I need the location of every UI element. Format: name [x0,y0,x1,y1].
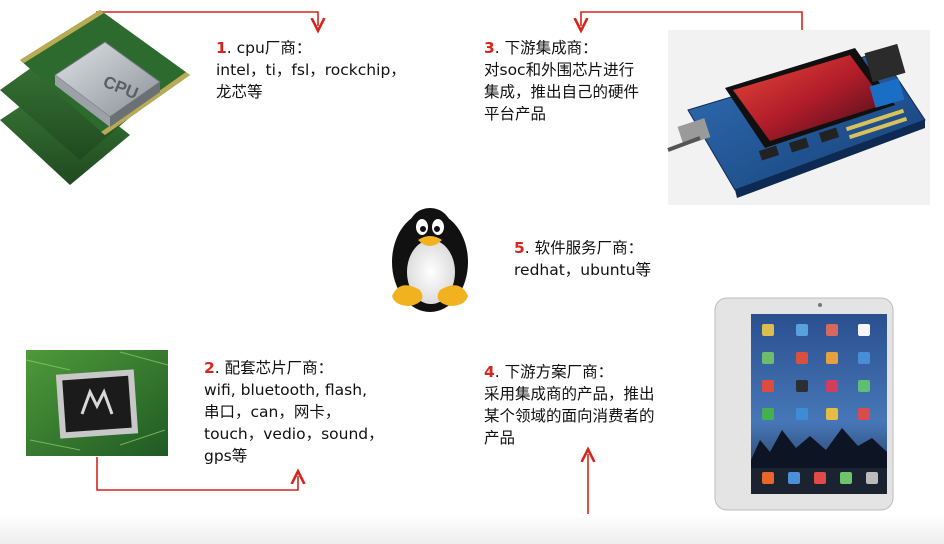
node-title: . 下游集成商： [494,39,598,57]
node-line: 产品 [484,429,516,447]
node-integrator: 3. 下游集成商： 对soc和外围芯片进行 集成，推出自己的硬件 平台产品 [484,37,639,125]
arrow-board-to-integrator [581,11,803,30]
bottom-band [0,514,944,544]
node-line: 串口，can，网卡， [204,403,341,421]
tablet-icon [714,297,894,511]
development-board-icon [667,30,930,205]
node-line: gps等 [204,447,248,465]
node-line: 集成，推出自己的硬件 [484,83,640,101]
node-title: . cpu厂商： [226,39,312,57]
node-line: 某个领域的面向消费者的 [484,407,655,425]
node-solution-vendor: 4. 下游方案厂商： 采用集成商的产品，推出 某个领域的面向消费者的 产品 [484,361,655,449]
node-title: . 软件服务厂商： [524,239,644,257]
node-line: 平台产品 [484,105,547,123]
node-cpu-vendor: 1. cpu厂商： intel，ti，fsl，rockchip， 龙芯等 [216,37,406,103]
node-line: 龙芯等 [216,83,263,101]
node-line: touch，vedio，sound， [204,425,384,443]
node-number: 1 [216,39,227,57]
diagram-stage: CPU 1. cpu厂商： intel，ti，fsl，rockchip， 龙芯等… [0,0,944,544]
node-number: 3 [484,39,495,57]
node-peripheral-vendor: 2. 配套芯片厂商： wifi, bluetooth, flash, 串口，ca… [204,357,384,467]
tux-penguin-icon [392,208,468,312]
node-number: 2 [204,359,215,377]
diagram-graphics: CPU [0,10,930,533]
node-line: wifi, bluetooth, flash, [204,381,367,399]
node-number: 5 [514,239,525,257]
node-number: 4 [484,363,495,381]
node-title: . 下游方案厂商： [494,363,614,381]
node-line: redhat，ubuntu等 [514,261,652,279]
node-title: . 配套芯片厂商： [214,359,334,377]
cpu-chip-icon: CPU [0,10,190,185]
node-software-service: 5. 软件服务厂商： redhat，ubuntu等 [514,237,651,281]
node-line: 对soc和外围芯片进行 [484,61,635,79]
peripheral-chip-icon [25,350,169,456]
node-line: intel，ti，fsl，rockchip， [216,61,406,79]
node-line: 采用集成商的产品，推出 [484,385,655,403]
